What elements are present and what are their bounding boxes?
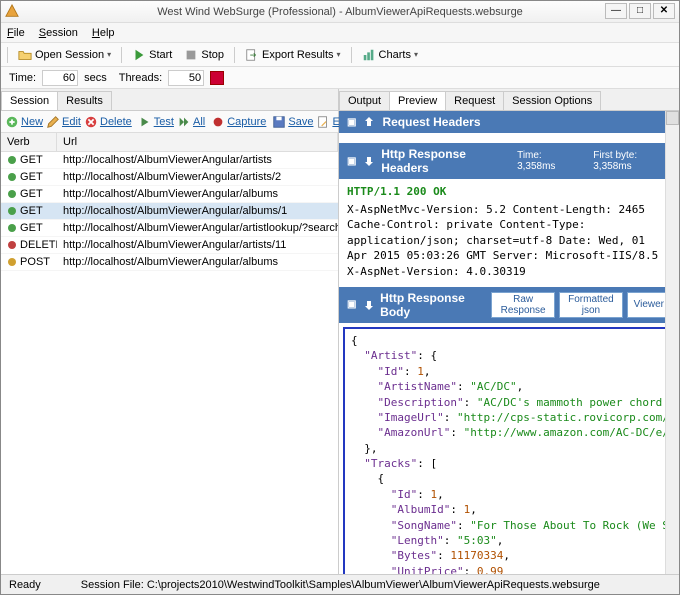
- response-body-section[interactable]: ▣ Http Response Body Raw Response Format…: [339, 287, 679, 323]
- test-button[interactable]: Test: [138, 115, 174, 129]
- request-headers-section[interactable]: ▣ Request Headers: [339, 111, 679, 133]
- download-icon: [362, 154, 375, 168]
- expand-icon: ▣: [347, 156, 356, 167]
- status-session-file: Session File: C:\projects2010\WestwindTo…: [81, 579, 600, 591]
- time-label: Time:: [9, 72, 36, 84]
- menu-help[interactable]: Help: [92, 27, 115, 39]
- save-icon: [272, 115, 286, 129]
- tab-preview[interactable]: Preview: [389, 91, 446, 110]
- close-button[interactable]: ✕: [653, 3, 675, 19]
- left-tabs: Session Results: [1, 89, 338, 111]
- titlebar: West Wind WebSurge (Professional) - Albu…: [1, 1, 679, 23]
- firstbyte-stat: First byte: 3,358ms: [593, 150, 671, 172]
- test-icon: [138, 115, 152, 129]
- time-input[interactable]: [42, 70, 78, 86]
- tab-session-options[interactable]: Session Options: [503, 91, 601, 110]
- right-tabs: Output Preview Request Session Options: [339, 89, 679, 111]
- left-pane: Session Results New Edit Delete Test All…: [1, 89, 339, 574]
- table-row[interactable]: POSThttp://localhost/AlbumViewerAngular/…: [1, 254, 338, 271]
- preview-body: ▣ Request Headers ▣ Http Response Header…: [339, 111, 679, 574]
- table-row[interactable]: GEThttp://localhost/AlbumViewerAngular/a…: [1, 203, 338, 220]
- table-row[interactable]: GEThttp://localhost/AlbumViewerAngular/a…: [1, 169, 338, 186]
- right-pane: Output Preview Request Session Options ▣…: [339, 89, 679, 574]
- col-url[interactable]: Url: [57, 133, 338, 151]
- stop-button[interactable]: Stop: [180, 47, 228, 63]
- maximize-button[interactable]: □: [629, 3, 651, 19]
- table-row[interactable]: GEThttp://localhost/AlbumViewerAngular/a…: [1, 186, 338, 203]
- delete-button[interactable]: Delete: [84, 115, 132, 129]
- response-headers-section[interactable]: ▣ Http Response Headers Time: 3,358ms Fi…: [339, 143, 679, 179]
- json-body: { "Artist": { "Id": 1, "ArtistName": "AC…: [343, 327, 675, 574]
- time-unit: secs: [84, 72, 107, 84]
- table-row[interactable]: GEThttp://localhost/AlbumViewerAngular/a…: [1, 220, 338, 237]
- delete-icon: [84, 115, 98, 129]
- pencil-icon: [46, 115, 60, 129]
- menu-session[interactable]: Session: [39, 27, 78, 39]
- edit-file-icon: [316, 115, 330, 129]
- new-icon: [5, 115, 19, 129]
- start-button[interactable]: Start: [128, 47, 176, 63]
- minimize-button[interactable]: —: [605, 3, 627, 19]
- stop-icon: [184, 48, 198, 62]
- menubar: File Session Help: [1, 23, 679, 43]
- record-icon: [211, 115, 225, 129]
- app-logo-icon: [5, 4, 19, 18]
- formatted-json-button[interactable]: Formatted json: [559, 292, 622, 318]
- all-button[interactable]: All: [177, 115, 205, 129]
- expand-icon: ▣: [347, 299, 356, 310]
- open-session-button[interactable]: Open Session▾: [14, 47, 115, 63]
- save-button[interactable]: Save: [272, 115, 313, 129]
- statusbar: Ready Session File: C:\projects2010\West…: [1, 574, 679, 594]
- http-status: HTTP/1.1 200 OK: [339, 179, 679, 200]
- folder-open-icon: [18, 48, 32, 62]
- play-icon: [132, 48, 146, 62]
- charts-button[interactable]: Charts▾: [358, 47, 422, 63]
- menu-file[interactable]: File: [7, 27, 25, 39]
- app-window: West Wind WebSurge (Professional) - Albu…: [0, 0, 680, 595]
- export-icon: [245, 48, 259, 62]
- scrollbar[interactable]: [665, 111, 679, 574]
- status-ready: Ready: [9, 579, 41, 591]
- tab-request[interactable]: Request: [445, 91, 504, 110]
- table-row[interactable]: DELETEhttp://localhost/AlbumViewerAngula…: [1, 237, 338, 254]
- all-icon: [177, 115, 191, 129]
- table-row[interactable]: GEThttp://localhost/AlbumViewerAngular/a…: [1, 152, 338, 169]
- scroll-up-icon[interactable]: [666, 111, 679, 125]
- tab-output[interactable]: Output: [339, 91, 390, 110]
- raw-response-button[interactable]: Raw Response: [491, 292, 555, 318]
- time-stat: Time: 3,358ms: [517, 150, 577, 172]
- time-toolbar: Time: secs Threads:: [1, 67, 679, 89]
- col-verb[interactable]: Verb: [1, 133, 57, 151]
- body-icon: [362, 298, 374, 312]
- response-headers-text: X-AspNetMvc-Version: 5.2 Content-Length:…: [339, 200, 679, 287]
- new-button[interactable]: New: [5, 115, 43, 129]
- tab-session[interactable]: Session: [1, 91, 58, 110]
- collapse-icon: ▣: [347, 117, 356, 128]
- threads-label: Threads:: [119, 72, 162, 84]
- export-results-button[interactable]: Export Results▾: [241, 47, 345, 63]
- upload-icon: [362, 115, 376, 129]
- tab-results[interactable]: Results: [57, 91, 112, 110]
- capture-button[interactable]: Capture: [211, 115, 266, 129]
- edit-button[interactable]: Edit: [46, 115, 81, 129]
- status-indicator-icon: [210, 71, 224, 85]
- main-toolbar: Open Session▾ Start Stop Export Results▾…: [1, 43, 679, 67]
- window-title: West Wind WebSurge (Professional) - Albu…: [157, 6, 523, 18]
- chart-icon: [362, 48, 376, 62]
- session-toolbar: New Edit Delete Test All Capture Save Ed…: [1, 111, 338, 133]
- threads-input[interactable]: [168, 70, 204, 86]
- request-grid: Verb Url GEThttp://localhost/AlbumViewer…: [1, 133, 338, 574]
